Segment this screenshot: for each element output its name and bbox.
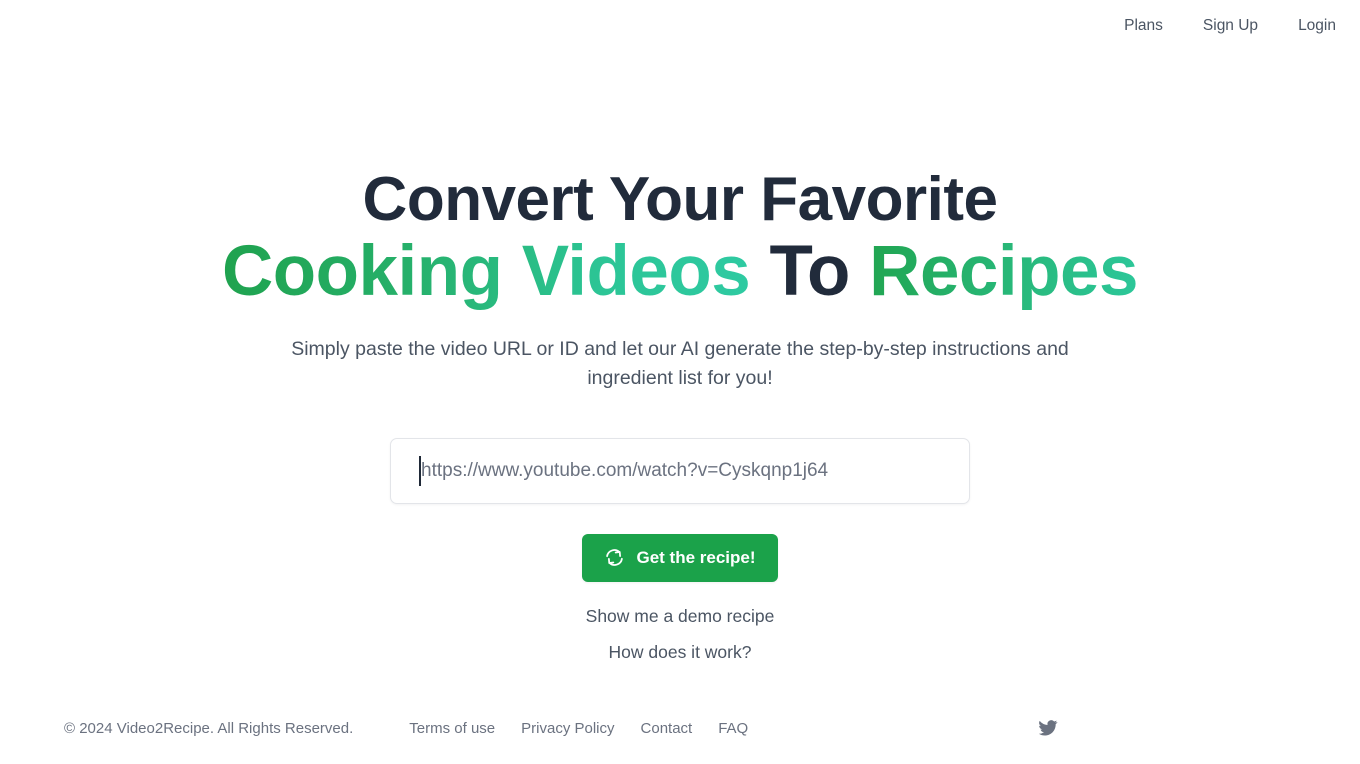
headline-to: To [769, 232, 850, 312]
url-input-wrapper [390, 437, 970, 504]
sync-icon [604, 547, 625, 568]
copyright-text: © 2024 Video2Recipe. All Rights Reserved… [64, 719, 354, 737]
headline-line-2: Cooking Videos To Recipes [222, 235, 1138, 309]
hero-section: Convert Your Favorite Cooking Videos To … [0, 0, 1360, 700]
footer-link-privacy[interactable]: Privacy Policy [521, 720, 614, 737]
demo-recipe-link[interactable]: Show me a demo recipe [586, 604, 775, 629]
footer-links: Terms of use Privacy Policy Contact FAQ [409, 720, 748, 737]
get-recipe-button-label: Get the recipe! [636, 547, 756, 567]
video-url-input[interactable] [390, 437, 970, 504]
page-title: Convert Your Favorite Cooking Videos To … [222, 168, 1138, 309]
text-caret [419, 455, 421, 486]
hero-subtitle: Simply paste the video URL or ID and let… [291, 338, 1069, 390]
headline-cooking-videos: Cooking Videos [222, 232, 751, 312]
twitter-icon[interactable] [1038, 718, 1058, 738]
site-footer: © 2024 Video2Recipe. All Rights Reserved… [0, 692, 1360, 764]
footer-link-faq[interactable]: FAQ [718, 720, 748, 737]
headline-line-1: Convert Your Favorite [362, 165, 998, 234]
footer-link-contact[interactable]: Contact [641, 720, 693, 737]
footer-link-terms[interactable]: Terms of use [409, 720, 495, 737]
headline-recipes: Recipes [869, 232, 1138, 312]
how-it-works-link[interactable]: How does it work? [609, 640, 752, 665]
hero-secondary-links: Show me a demo recipe How does it work? [586, 604, 775, 665]
footer-social-links [1038, 718, 1296, 738]
get-recipe-button[interactable]: Get the recipe! [582, 533, 778, 582]
